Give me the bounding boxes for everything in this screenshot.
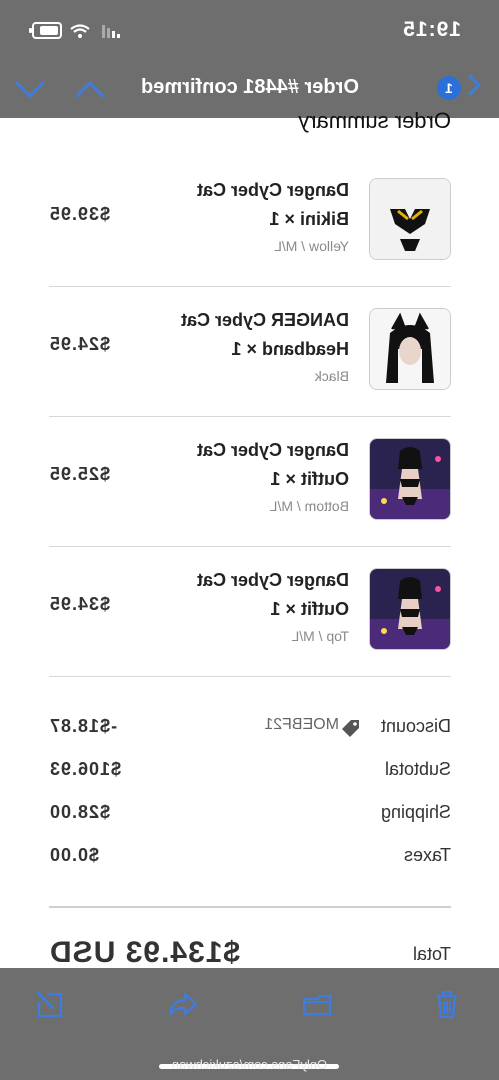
discount-row: Discount MOEBF21 -$18.87 bbox=[49, 716, 451, 746]
item-variant: Yellow / M/L bbox=[274, 238, 349, 254]
shipping-value: $28.00 bbox=[49, 802, 111, 822]
battery-icon bbox=[32, 22, 62, 39]
trash-icon[interactable] bbox=[431, 988, 463, 1020]
status-time: 19:15 bbox=[402, 18, 461, 41]
summary-title: Order summary bbox=[298, 108, 451, 133]
line-item: Danger Cyber Cat Bikini × 1 Yellow / M/L… bbox=[49, 156, 451, 287]
unread-badge: 1 bbox=[437, 76, 461, 100]
taxes-value: $0.00 bbox=[49, 845, 100, 865]
signal-icon bbox=[102, 24, 120, 38]
item-variant: Top / M/L bbox=[291, 628, 349, 644]
wifi-icon bbox=[70, 23, 90, 38]
item-name: Danger Cyber Cat Outfit × 1 bbox=[196, 570, 349, 619]
item-name: Danger Cyber Cat Bikini × 1 bbox=[196, 180, 349, 229]
total-value: $134.93 USD bbox=[49, 936, 241, 969]
down-chevron-icon[interactable] bbox=[13, 76, 47, 102]
subtotal-row: Subtotal $106.93 bbox=[49, 759, 451, 789]
total-label: Total bbox=[412, 944, 451, 964]
status-bar: 19:15 bbox=[0, 14, 499, 48]
item-name: Danger Cyber Cat Outfit × 1 bbox=[196, 440, 349, 489]
shipping-row: Shipping $28.00 bbox=[49, 802, 451, 832]
item-variant: Black bbox=[314, 368, 349, 384]
folder-icon[interactable] bbox=[301, 988, 333, 1020]
subtotal-label: Subtotal bbox=[384, 759, 451, 779]
item-price: $39.95 bbox=[49, 204, 111, 224]
screen: 19:15 1 Order #4481 confirmed Order summ… bbox=[0, 0, 499, 1080]
reply-icon[interactable] bbox=[167, 988, 199, 1020]
status-icons bbox=[32, 22, 120, 39]
item-price: $25.95 bbox=[49, 464, 111, 484]
line-item: Danger Cyber Cat Outfit × 1 Bottom / M/L… bbox=[49, 416, 451, 547]
taxes-row: Taxes $0.00 bbox=[49, 845, 451, 875]
compose-icon[interactable] bbox=[33, 988, 65, 1020]
up-chevron-icon[interactable] bbox=[73, 76, 107, 102]
watermark: OnlyFans.com/azukichwan bbox=[171, 1057, 328, 1072]
product-thumbnail bbox=[369, 438, 451, 520]
subtotal-value: $106.93 bbox=[49, 759, 122, 779]
top-bar: 19:15 1 Order #4481 confirmed bbox=[0, 0, 499, 118]
product-thumbnail bbox=[369, 308, 451, 390]
tag-icon bbox=[342, 720, 359, 737]
item-price: $24.95 bbox=[49, 334, 111, 354]
back-chevron-icon[interactable] bbox=[463, 74, 485, 96]
item-name: DANGER Cyber Cat Headband × 1 bbox=[180, 310, 349, 359]
taxes-label: Taxes bbox=[403, 845, 451, 865]
line-item: Danger Cyber Cat Outfit × 1 Top / M/L $3… bbox=[49, 546, 451, 677]
item-price: $34.95 bbox=[49, 594, 111, 614]
discount-code: MOEBF21 bbox=[264, 716, 339, 733]
item-variant: Bottom / M/L bbox=[269, 498, 349, 514]
discount-label: Discount bbox=[380, 716, 451, 736]
product-thumbnail bbox=[369, 568, 451, 650]
shipping-label: Shipping bbox=[380, 802, 451, 822]
line-item: DANGER Cyber Cat Headband × 1 Black $24.… bbox=[49, 286, 451, 417]
nav-title: Order #4481 confirmed bbox=[141, 76, 359, 98]
product-thumbnail bbox=[369, 178, 451, 260]
total-divider bbox=[49, 906, 451, 908]
discount-value: -$18.87 bbox=[49, 716, 118, 736]
nav-row: 1 Order #4481 confirmed bbox=[0, 66, 499, 110]
